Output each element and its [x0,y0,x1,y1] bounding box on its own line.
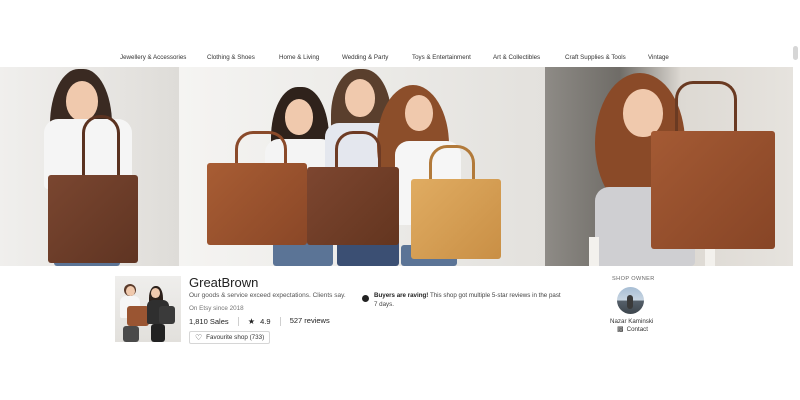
shop-stats: 1,810 Sales ★ 4.9 527 reviews [189,316,330,326]
nav-vintage[interactable]: Vintage [648,54,669,61]
leather-tote-bag [207,163,307,245]
favourite-shop-label: Favourite shop (733) [206,334,265,341]
face-shape [405,95,433,131]
shop-icon-image[interactable] [115,276,181,342]
message-icon: ▩ [617,326,624,333]
rating-value: 4.9 [260,316,271,326]
nav-toys-entertainment[interactable]: Toys & Entertainment [412,54,471,61]
trousers-shape [151,324,165,342]
contact-owner-link[interactable]: ▩ Contact [617,325,648,334]
stats-divider [237,316,239,326]
contact-label: Contact [626,325,648,333]
face-shape [151,288,160,298]
leather-tote-bag [307,167,399,245]
nav-home-living[interactable]: Home & Living [279,54,319,61]
speech-bubble-icon [362,295,369,302]
face-shape [285,99,313,135]
banner-photo-3 [545,67,793,266]
heart-icon: ♡ [195,332,203,342]
shop-since: On Etsy since 2018 [189,305,244,312]
owner-avatar[interactable] [617,287,644,314]
stool-leg [589,237,599,266]
dark-bag [159,306,175,324]
leather-tote-bag [48,175,138,263]
banner-photo-1 [0,67,179,266]
buyers-raving-notice: Buyers are raving! This shop got multipl… [374,291,564,309]
shop-owner-label: SHOP OWNER [612,276,655,282]
nav-wedding-party[interactable]: Wedding & Party [342,54,388,61]
category-nav: Jewellery & Accessories Clothing & Shoes… [0,54,800,66]
face-shape [623,89,663,137]
shop-name: GreatBrown [189,275,259,290]
person-silhouette [627,295,633,309]
shop-banner [0,67,793,266]
shop-tagline: Our goods & service exceed expectations.… [189,292,346,299]
leather-tote-bag [411,179,501,259]
stats-divider [279,316,281,326]
owner-name: Nazar Kaminski [610,318,654,325]
nav-clothing-shoes[interactable]: Clothing & Shoes [207,54,255,61]
sales-count: 1,810 Sales [189,316,229,326]
nav-craft-supplies-tools[interactable]: Craft Supplies & Tools [565,54,626,61]
leather-bag [127,306,149,326]
notice-headline: Buyers are raving! [374,292,429,299]
favourite-shop-button[interactable]: ♡ Favourite shop (733) [189,331,271,344]
leather-tote-bag [651,131,775,249]
face-shape [126,286,135,296]
trousers-shape [123,326,139,342]
nav-jewellery-accessories[interactable]: Jewellery & Accessories [120,54,186,61]
star-icon: ★ [247,316,255,326]
reviews-link[interactable]: 527 reviews [290,316,330,325]
banner-photo-2 [179,67,545,266]
face-shape [345,79,375,117]
nav-art-collectibles[interactable]: Art & Collectibles [493,54,540,61]
